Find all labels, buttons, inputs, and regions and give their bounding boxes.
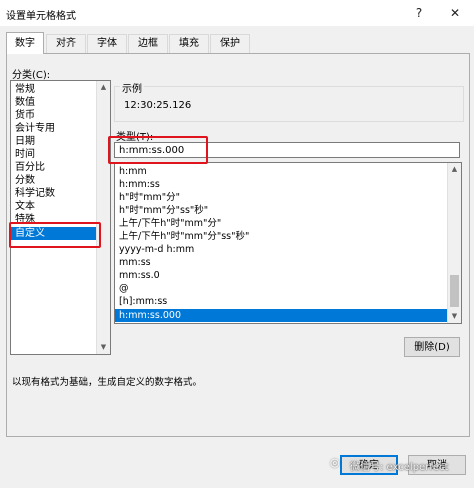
category-item-special[interactable]: 特殊	[15, 213, 35, 226]
format-list[interactable]: h:mm h:mm:ss h"时"mm"分" h"时"mm"分"ss"秒" 上午…	[114, 162, 462, 324]
category-item-date[interactable]: 日期	[15, 135, 35, 148]
format-scrollbar[interactable]: ▲ ▼	[447, 163, 461, 323]
category-label: 分类(C):	[12, 70, 51, 81]
format-item[interactable]: yyyy-m-d h:mm	[119, 243, 194, 256]
category-item-fraction[interactable]: 分数	[15, 174, 35, 187]
scroll-up-arrow-icon[interactable]: ▲	[97, 81, 110, 94]
format-cells-dialog: 设置单元格格式 ? ✕ 数字 对齐 字体 边框 填充 保护 分类(C): 常规 …	[0, 0, 474, 488]
format-item[interactable]: 上午/下午h"时"mm"分"	[119, 217, 221, 230]
format-item[interactable]: h:mm:ss	[119, 178, 160, 191]
scroll-thumb[interactable]	[450, 275, 459, 307]
delete-button[interactable]: 删除(D)	[404, 337, 460, 357]
category-item-scientific[interactable]: 科学记数	[15, 187, 55, 200]
format-item[interactable]: h"时"mm"分"	[119, 191, 180, 204]
sample-value: 12:30:25.126	[124, 100, 192, 111]
category-item-general[interactable]: 常规	[15, 83, 35, 96]
tab-font[interactable]: 字体	[87, 34, 127, 53]
format-item[interactable]: h"时"mm"分"ss"秒"	[119, 204, 208, 217]
tab-number[interactable]: 数字	[6, 32, 44, 54]
tab-border[interactable]: 边框	[128, 34, 168, 53]
category-item-number[interactable]: 数值	[15, 96, 35, 109]
category-item-time[interactable]: 时间	[15, 148, 35, 161]
tab-fill[interactable]: 填充	[169, 34, 209, 53]
category-scrollbar[interactable]: ▲ ▼	[96, 81, 110, 354]
category-item-text[interactable]: 文本	[15, 200, 35, 213]
title-bar: 设置单元格格式 ? ✕	[0, 0, 474, 26]
scroll-down-arrow-icon[interactable]: ▼	[97, 341, 110, 354]
format-item[interactable]: 上午/下午h"时"mm"分"ss"秒"	[119, 230, 249, 243]
format-item-selected[interactable]: h:mm:ss.000	[115, 309, 447, 322]
category-item-custom[interactable]: 自定义	[11, 227, 99, 240]
sample-label: 示例	[120, 80, 144, 95]
tab-protection[interactable]: 保护	[210, 34, 250, 53]
category-item-currency[interactable]: 货币	[15, 109, 35, 122]
watermark: 微信号: excelperfect	[350, 462, 449, 473]
format-item[interactable]: [h]:mm:ss	[119, 295, 167, 308]
format-item[interactable]: mm:ss.0	[119, 269, 160, 282]
type-input[interactable]: h:mm:ss.000	[114, 142, 460, 158]
category-item-percentage[interactable]: 百分比	[15, 161, 45, 174]
help-button[interactable]: ?	[402, 0, 436, 26]
category-list[interactable]: 常规 数值 货币 会计专用 日期 时间 百分比 分数 科学记数 文本 特殊 自定…	[10, 80, 111, 355]
scroll-down-arrow-icon[interactable]: ▼	[448, 310, 461, 323]
format-item[interactable]: h:mm	[119, 165, 147, 178]
hint-text: 以现有格式为基础，生成自定义的数字格式。	[12, 377, 203, 388]
wechat-icon: ◎	[330, 456, 340, 469]
format-item[interactable]: mm:ss	[119, 256, 151, 269]
format-item[interactable]: @	[119, 282, 129, 295]
tab-alignment[interactable]: 对齐	[46, 34, 86, 53]
category-item-accounting[interactable]: 会计专用	[15, 122, 55, 135]
dialog-title: 设置单元格格式	[6, 11, 76, 22]
type-label: 类型(T):	[116, 132, 154, 143]
scroll-up-arrow-icon[interactable]: ▲	[448, 163, 461, 176]
close-button[interactable]: ✕	[438, 0, 472, 26]
